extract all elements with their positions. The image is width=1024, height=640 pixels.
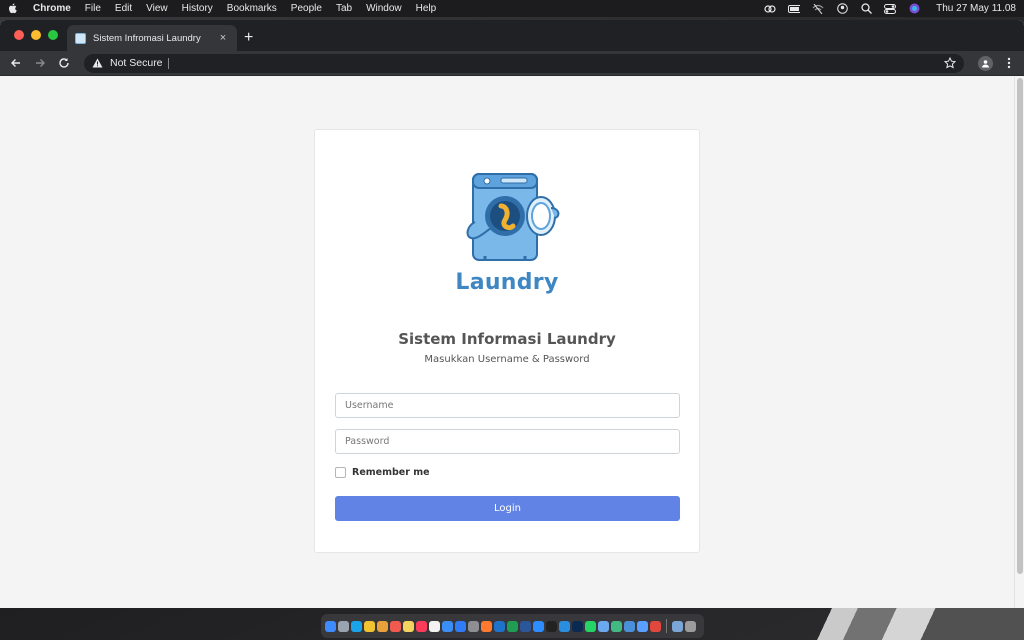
menu-window[interactable]: Window — [366, 3, 402, 14]
spotlight-search-icon[interactable] — [860, 3, 872, 14]
vscode-icon[interactable] — [559, 620, 570, 632]
login-card: Laundry Sistem Informasi Laundry Masukka… — [314, 129, 700, 553]
siri-icon[interactable] — [908, 3, 920, 14]
forward-button[interactable] — [30, 53, 50, 73]
menu-people[interactable]: People — [291, 3, 322, 14]
trash-icon[interactable] — [685, 620, 696, 632]
menu-bar: Chrome File Edit View History Bookmarks … — [0, 0, 1024, 17]
close-window-button[interactable] — [14, 30, 24, 40]
page-subtitle: Masukkan Username & Password — [424, 354, 590, 365]
menu-view[interactable]: View — [146, 3, 168, 14]
mail-icon[interactable] — [442, 620, 453, 632]
downloads-icon[interactable] — [672, 620, 683, 632]
battery-icon[interactable] — [788, 4, 801, 14]
username-input[interactable] — [335, 393, 680, 418]
creative-cloud-icon[interactable] — [764, 4, 776, 14]
control-center-icon[interactable] — [884, 3, 897, 14]
zoom-window-button[interactable] — [48, 30, 58, 40]
remember-me-checkbox[interactable] — [335, 467, 346, 478]
new-tab-button[interactable]: + — [244, 30, 253, 46]
photos-icon[interactable] — [377, 620, 388, 632]
music-icon[interactable] — [416, 620, 427, 632]
menu-history[interactable]: History — [182, 3, 213, 14]
tab-active[interactable]: Sistem Infromasi Laundry × — [67, 25, 237, 51]
address-divider — [167, 57, 169, 69]
vmware-icon[interactable] — [637, 620, 648, 632]
launchpad-icon[interactable] — [338, 620, 349, 632]
menu-tab[interactable]: Tab — [336, 3, 352, 14]
laundry-favicon-icon — [75, 32, 86, 44]
photoshop-icon[interactable] — [572, 620, 583, 632]
terminal-icon[interactable] — [546, 620, 557, 632]
user-switch-icon[interactable] — [836, 3, 848, 14]
whatsapp-icon[interactable] — [585, 620, 596, 632]
notes-icon[interactable] — [403, 620, 414, 632]
activity-icon[interactable] — [611, 620, 622, 632]
tab-close-icon[interactable]: × — [217, 32, 229, 44]
login-button[interactable]: Login — [335, 496, 680, 521]
brand-name: Laundry — [455, 270, 559, 295]
arrow-left-icon — [11, 59, 20, 67]
page-title: Sistem Informasi Laundry — [398, 330, 616, 348]
status-area: Thu 27 May 11.08 — [764, 3, 1016, 14]
reload-icon — [59, 58, 69, 68]
firefox-icon[interactable] — [481, 620, 492, 632]
back-button[interactable] — [6, 53, 26, 73]
outlook-icon[interactable] — [494, 620, 505, 632]
address-bar[interactable]: Not Secure — [84, 53, 964, 73]
warning-triangle-icon[interactable] — [92, 58, 104, 69]
password-input[interactable] — [335, 429, 680, 454]
tab-title: Sistem Infromasi Laundry — [93, 32, 201, 44]
window-controls — [14, 30, 58, 40]
system-preferences-icon[interactable] — [468, 620, 479, 632]
dock-separator — [666, 619, 667, 633]
browser-menu-button[interactable] — [1000, 54, 1018, 72]
menu-help[interactable]: Help — [416, 3, 437, 14]
bookmark-star-icon[interactable] — [944, 57, 956, 69]
remember-me-option[interactable]: Remember me — [335, 467, 430, 478]
kebab-menu-icon — [1007, 57, 1011, 69]
scrollbar-thumb[interactable] — [1017, 78, 1023, 574]
word-icon[interactable] — [520, 620, 531, 632]
excel-icon[interactable] — [507, 620, 518, 632]
wifi-off-icon[interactable] — [812, 3, 824, 14]
preview-icon[interactable] — [598, 620, 609, 632]
remember-me-label[interactable]: Remember me — [352, 467, 430, 478]
browser-toolbar: Not Secure — [0, 51, 1024, 76]
profile-button[interactable] — [976, 54, 994, 72]
calendar-icon[interactable] — [390, 620, 401, 632]
dock — [321, 614, 704, 638]
tab-strip: Sistem Infromasi Laundry × + — [0, 20, 1024, 51]
menu-app-name[interactable]: Chrome — [33, 3, 71, 14]
minimize-window-button[interactable] — [31, 30, 41, 40]
menu-file[interactable]: File — [85, 3, 101, 14]
zoom-icon[interactable] — [533, 620, 544, 632]
page-viewport: Laundry Sistem Informasi Laundry Masukka… — [0, 76, 1024, 608]
reload-button[interactable] — [54, 53, 74, 73]
menu-bookmarks[interactable]: Bookmarks — [227, 3, 277, 14]
washing-machine-logo-icon — [466, 173, 560, 261]
menu-clock[interactable]: Thu 27 May 11.08 — [936, 3, 1016, 14]
reminders-icon[interactable] — [429, 620, 440, 632]
security-status-label[interactable]: Not Secure — [110, 57, 163, 69]
menu-edit[interactable]: Edit — [115, 3, 132, 14]
apple-icon[interactable] — [8, 3, 19, 14]
profile-avatar-icon — [977, 55, 993, 71]
page-scrollbar[interactable] — [1014, 76, 1024, 608]
app-store-icon[interactable] — [455, 620, 466, 632]
browser-window: Sistem Infromasi Laundry × + Not Secure — [0, 20, 1024, 608]
finder-icon[interactable] — [325, 620, 336, 632]
arrow-right-icon — [36, 59, 45, 67]
safari-icon[interactable] — [351, 620, 362, 632]
xcode-icon[interactable] — [624, 620, 635, 632]
chrome-icon[interactable] — [364, 620, 375, 632]
chrome-icon-2[interactable] — [650, 620, 661, 632]
